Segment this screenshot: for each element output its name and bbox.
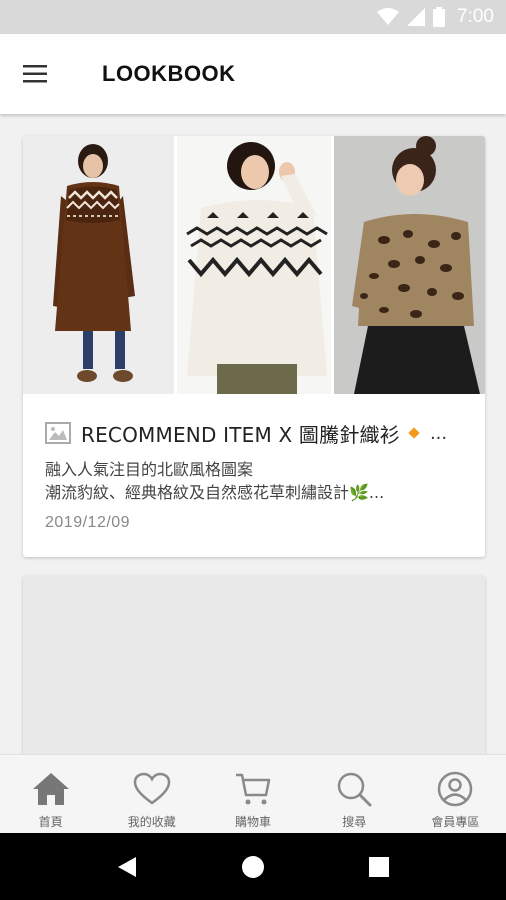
card-description-line: 潮流豹紋、經典格紋及自然感花草刺繡設計🌿... — [45, 483, 385, 502]
photo-brown-knit-dress — [23, 136, 174, 394]
nav-account[interactable]: 會員專區 — [405, 755, 506, 833]
cart-icon — [236, 773, 271, 805]
menu-icon — [23, 65, 47, 83]
status-bar: 7:00 — [0, 0, 506, 34]
wifi-icon — [377, 8, 400, 25]
lookbook-card-placeholder[interactable] — [23, 576, 485, 754]
nav-label: 購物車 — [235, 815, 272, 829]
image-icon — [45, 422, 71, 444]
account-icon — [438, 771, 473, 807]
square-recents-icon — [369, 856, 389, 877]
home-button[interactable] — [228, 842, 278, 892]
circle-home-icon — [242, 855, 264, 878]
bottom-navigation: 首頁 我的收藏 購物車 搜尋 會員專區 — [0, 754, 506, 833]
nav-label: 會員專區 — [431, 815, 480, 829]
heart-icon — [133, 772, 171, 805]
lookbook-card[interactable]: RECOMMEND ITEM X 圖騰針織衫 ... 融入人氣注目的北歐風格圖案… — [23, 136, 485, 557]
lookbook-feed[interactable]: RECOMMEND ITEM X 圖騰針織衫 ... 融入人氣注目的北歐風格圖案… — [0, 114, 506, 754]
signal-icon — [407, 8, 426, 26]
photo-leopard-sweater — [333, 136, 485, 394]
menu-button[interactable] — [0, 34, 70, 114]
card-description-line: 融入人氣注目的北歐風格圖案 — [45, 460, 254, 479]
card-title: RECOMMEND ITEM X 圖騰針織衫 — [81, 422, 400, 447]
android-navigation-bar — [0, 833, 506, 900]
card-title-row: RECOMMEND ITEM X 圖騰針織衫 ... — [45, 418, 471, 448]
back-button[interactable] — [102, 842, 152, 892]
status-time: 7:00 — [457, 6, 494, 27]
nav-cart[interactable]: 購物車 — [202, 755, 303, 833]
nav-label: 搜尋 — [342, 815, 367, 829]
home-icon — [32, 773, 69, 805]
card-title-ellipsis: ... — [429, 422, 448, 444]
search-icon — [337, 772, 372, 807]
nav-home[interactable]: 首頁 — [0, 755, 101, 833]
card-date: 2019/12/09 — [45, 514, 131, 531]
card-description: 融入人氣注目的北歐風格圖案 潮流豹紋、經典格紋及自然感花草刺繡設計🌿... — [45, 458, 465, 504]
back-icon — [118, 856, 136, 877]
photo-white-fairisle-sweater — [177, 136, 331, 394]
nav-label: 首頁 — [38, 815, 63, 829]
page-title: LOOKBOOK — [102, 61, 236, 86]
nav-favorites[interactable]: 我的收藏 — [101, 755, 202, 833]
battery-icon — [433, 7, 446, 27]
recents-button[interactable] — [354, 842, 404, 892]
diamond-icon — [408, 427, 420, 439]
card-image-strip — [23, 136, 485, 394]
nav-search[interactable]: 搜尋 — [304, 755, 405, 833]
app-bar: LOOKBOOK — [0, 34, 506, 114]
nav-label: 我的收藏 — [127, 815, 176, 829]
